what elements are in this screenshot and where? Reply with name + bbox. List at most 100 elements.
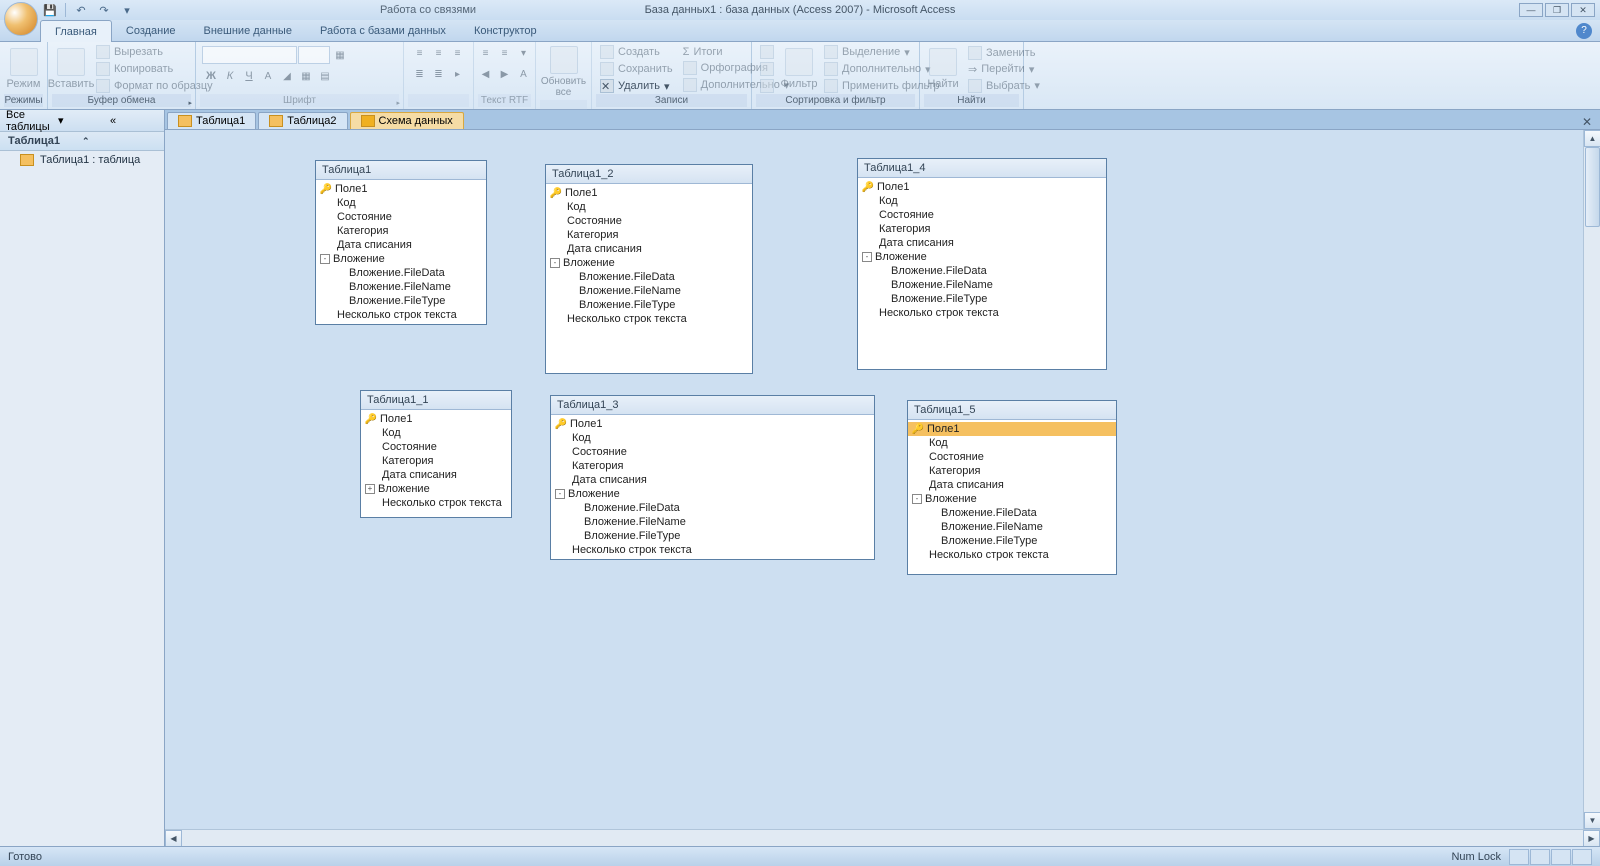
ribbon-tab-external[interactable]: Внешние данные <box>190 20 306 41</box>
field-row[interactable]: Состояние <box>546 214 752 228</box>
field-row[interactable]: Вложение.FileName <box>551 515 874 529</box>
scroll-left-icon[interactable]: ◀ <box>165 830 182 846</box>
help-icon[interactable]: ? <box>1576 23 1592 39</box>
field-row[interactable]: Код <box>551 431 874 445</box>
expand-icon[interactable]: + <box>365 484 375 494</box>
delete-record-button[interactable]: ✕Удалить▾ <box>596 78 677 94</box>
relationships-canvas[interactable]: ▲ ▼ ◀ ▶ Таблица1🔑Поле1КодСостояниеКатего… <box>165 130 1600 846</box>
field-row[interactable]: Вложение.FileType <box>316 294 486 308</box>
field-row[interactable]: -Вложение <box>546 256 752 270</box>
field-row[interactable]: -Вложение <box>316 252 486 266</box>
expand-icon[interactable]: - <box>555 489 565 499</box>
field-row[interactable]: -Вложение <box>551 487 874 501</box>
field-row[interactable]: Категория <box>546 228 752 242</box>
table-box[interactable]: Таблица1_4 🔑Поле1КодСостояниеКатегорияДат… <box>857 158 1107 370</box>
close-tab-icon[interactable]: ✕ <box>1580 115 1594 129</box>
navpane-header[interactable]: Все таблицы ▾ « <box>0 110 164 132</box>
scroll-thumb[interactable] <box>1585 147 1600 227</box>
field-row[interactable]: +Вложение <box>361 482 511 496</box>
undo-icon[interactable]: ↶ <box>71 1 91 19</box>
expand-icon[interactable]: - <box>912 494 922 504</box>
field-row[interactable]: Вложение.FileName <box>546 284 752 298</box>
horizontal-scrollbar[interactable]: ◀ ▶ <box>165 829 1600 846</box>
scroll-up-icon[interactable]: ▲ <box>1584 130 1600 147</box>
table-box[interactable]: Таблица1🔑Поле1КодСостояниеКатегорияДата … <box>315 160 487 325</box>
field-row[interactable]: 🔑Поле1 <box>361 412 511 426</box>
ribbon-group-label[interactable]: Буфер обмена <box>52 94 191 107</box>
ribbon-tab-home[interactable]: Главная <box>40 20 112 42</box>
field-row[interactable]: Категория <box>908 464 1116 478</box>
field-row[interactable]: Категория <box>316 224 486 238</box>
doc-tab[interactable]: Таблица2 <box>258 112 347 129</box>
scroll-right-icon[interactable]: ▶ <box>1583 830 1600 846</box>
collapse-group-icon[interactable]: ⌃ <box>82 136 156 147</box>
field-row[interactable]: Состояние <box>361 440 511 454</box>
expand-icon[interactable]: - <box>320 254 330 264</box>
doc-tab[interactable]: Таблица1 <box>167 112 256 129</box>
scroll-down-icon[interactable]: ▼ <box>1584 812 1600 829</box>
field-row[interactable]: Категория <box>361 454 511 468</box>
field-row[interactable]: -Вложение <box>908 492 1116 506</box>
field-row[interactable]: Вложение.FileType <box>908 534 1116 548</box>
qat-customize-icon[interactable]: ▾ <box>117 1 137 19</box>
doc-tab[interactable]: Схема данных <box>350 112 464 129</box>
view-shortcut-button[interactable] <box>1551 849 1571 865</box>
field-row[interactable]: 🔑Поле1 <box>546 186 752 200</box>
table-box-title[interactable]: Таблица1_2 <box>546 165 752 184</box>
field-row[interactable]: Несколько строк текста <box>316 308 486 322</box>
field-row[interactable]: Состояние <box>858 208 1106 222</box>
field-row[interactable]: Вложение.FileData <box>908 506 1116 520</box>
field-row[interactable]: Вложение.FileName <box>908 520 1116 534</box>
table-box-title[interactable]: Таблица1_5 <box>908 401 1116 420</box>
office-button[interactable] <box>4 2 38 36</box>
field-row[interactable]: Вложение.FileData <box>551 501 874 515</box>
collapse-icon[interactable]: « <box>110 115 158 127</box>
redo-icon[interactable]: ↷ <box>94 1 114 19</box>
field-row[interactable]: Вложение.FileType <box>551 529 874 543</box>
field-row[interactable]: Дата списания <box>551 473 874 487</box>
field-row[interactable]: Несколько строк текста <box>858 306 1106 320</box>
field-row[interactable]: -Вложение <box>858 250 1106 264</box>
field-row[interactable]: Вложение.FileName <box>316 280 486 294</box>
ribbon-tab-create[interactable]: Создание <box>112 20 190 41</box>
field-row[interactable]: 🔑Поле1 <box>858 180 1106 194</box>
field-row[interactable]: Дата списания <box>316 238 486 252</box>
field-row[interactable]: Вложение.FileType <box>546 298 752 312</box>
field-row[interactable]: Вложение.FileData <box>858 264 1106 278</box>
field-row[interactable]: Вложение.FileName <box>858 278 1106 292</box>
field-row[interactable]: Несколько строк текста <box>551 543 874 557</box>
field-row[interactable]: Вложение.FileData <box>546 270 752 284</box>
table-box-title[interactable]: Таблица1_1 <box>361 391 511 410</box>
save-icon[interactable]: 💾 <box>40 1 60 19</box>
minimize-button[interactable]: — <box>1519 3 1543 17</box>
field-row[interactable]: 🔑Поле1 <box>908 422 1116 436</box>
nav-item-table[interactable]: Таблица1 : таблица <box>0 151 164 169</box>
field-row[interactable]: Код <box>546 200 752 214</box>
field-row[interactable]: Дата списания <box>546 242 752 256</box>
table-box-title[interactable]: Таблица1 <box>316 161 486 180</box>
field-row[interactable]: Несколько строк текста <box>361 496 511 510</box>
field-row[interactable]: Дата списания <box>858 236 1106 250</box>
table-box-title[interactable]: Таблица1_4 <box>858 159 1106 178</box>
field-row[interactable]: 🔑Поле1 <box>316 182 486 196</box>
table-box[interactable]: Таблица1_5 🔑Поле1КодСостояниеКатегорияДат… <box>907 400 1117 575</box>
field-row[interactable]: Код <box>858 194 1106 208</box>
field-row[interactable]: Несколько строк текста <box>546 312 752 326</box>
field-row[interactable]: Категория <box>858 222 1106 236</box>
field-row[interactable]: Состояние <box>908 450 1116 464</box>
table-box[interactable]: Таблица1_3🔑Поле1КодСостояниеКатегорияДат… <box>550 395 875 560</box>
field-row[interactable]: Состояние <box>551 445 874 459</box>
dropdown-icon[interactable]: ▾ <box>58 114 106 127</box>
field-row[interactable]: Дата списания <box>908 478 1116 492</box>
expand-icon[interactable]: - <box>862 252 872 262</box>
field-row[interactable]: Несколько строк текста <box>908 548 1116 562</box>
ribbon-tab-design[interactable]: Конструктор <box>460 20 551 41</box>
view-shortcut-button[interactable] <box>1530 849 1550 865</box>
nav-group[interactable]: Таблица1 ⌃ <box>0 132 164 151</box>
view-shortcut-button[interactable] <box>1509 849 1529 865</box>
field-row[interactable]: Вложение.FileData <box>316 266 486 280</box>
field-row[interactable]: Код <box>361 426 511 440</box>
field-row[interactable]: Код <box>908 436 1116 450</box>
vertical-scrollbar[interactable]: ▲ ▼ <box>1583 130 1600 829</box>
field-row[interactable]: Код <box>316 196 486 210</box>
